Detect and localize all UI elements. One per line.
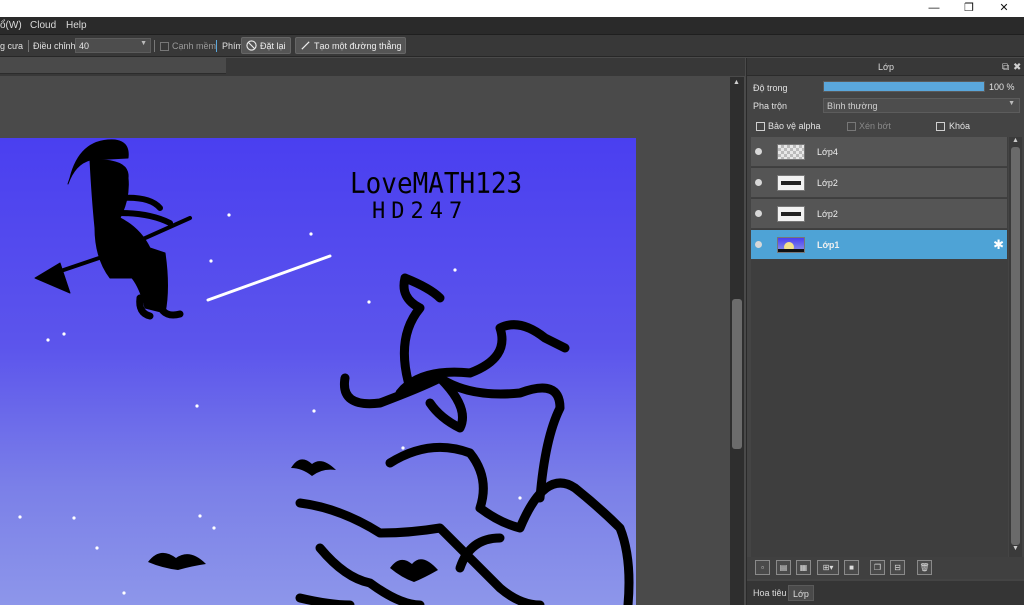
- layer-thumbnail: [777, 175, 805, 191]
- maximize-button[interactable]: ❐: [951, 0, 987, 17]
- undock-icon[interactable]: ⧉: [1002, 59, 1009, 77]
- layer-panel: Lớp ⧉ ✖ Độ trong 100 % Pha trộn Bình thư…: [746, 58, 1024, 605]
- trash-icon[interactable]: 🗑: [917, 560, 932, 575]
- opacity-value: 100 %: [989, 82, 1015, 92]
- folder-icon[interactable]: ■: [844, 560, 859, 575]
- canvas-area[interactable]: LoveMATH123 HD247: [0, 77, 730, 605]
- scroll-up-arrow-icon[interactable]: ▲: [733, 79, 740, 86]
- antialias-label: g cưa: [0, 41, 24, 51]
- document-tab-strip: [0, 58, 745, 76]
- visibility-eye-icon[interactable]: [755, 210, 762, 217]
- merge-layer-icon[interactable]: ⊟: [890, 560, 905, 575]
- key-label: Phím: [222, 41, 244, 51]
- layer-panel-header: Lớp ⧉ ✖: [747, 58, 1024, 76]
- blend-mode-select[interactable]: Bình thường ▼: [823, 98, 1020, 113]
- lock-label: Khóa: [949, 121, 971, 131]
- reset-button-label: Đặt lại: [260, 41, 286, 51]
- clipping-checkbox[interactable]: [847, 122, 856, 131]
- bats: [148, 459, 438, 582]
- menu-cloud[interactable]: Cloud: [30, 20, 56, 31]
- tab-layer[interactable]: Lớp: [788, 585, 814, 601]
- chevron-down-icon: ▼: [1008, 100, 1015, 107]
- protect-alpha-checkbox[interactable]: [756, 122, 765, 131]
- opacity-slider-fill: [824, 82, 984, 91]
- chevron-down-icon: ▼: [140, 40, 147, 47]
- toolbar-divider: [154, 40, 155, 52]
- layer-panel-title: Lớp: [878, 62, 894, 72]
- document-tab[interactable]: [0, 58, 226, 74]
- adjust-label: Điều chỉnh: [33, 41, 76, 51]
- artwork-drawing: LoveMATH123 HD247: [18, 139, 634, 605]
- shooting-star: [206, 254, 332, 302]
- duplicate-layer-icon[interactable]: ❐: [870, 560, 885, 575]
- reset-button[interactable]: Đặt lại: [241, 37, 291, 54]
- toolbar-divider: [216, 40, 217, 52]
- adjust-select[interactable]: 40 ▼: [75, 38, 151, 53]
- layer-list: Lớp4 Lớp2 Lớp2 Lớp1 ✱: [751, 137, 1008, 557]
- canvas-vertical-scrollbar[interactable]: ▲: [730, 77, 744, 605]
- close-window-button[interactable]: ✕: [986, 0, 1022, 17]
- layer-name: Lớp2: [817, 209, 838, 219]
- blend-mode-label: Pha trộn: [753, 101, 788, 111]
- straight-line-button-label: Tạo một đường thẳng: [314, 41, 402, 51]
- layer-row[interactable]: Lớp2: [751, 199, 1007, 229]
- clipping-label: Xén bớt: [859, 121, 891, 131]
- soft-edge-label: Cạnh mềm: [172, 41, 217, 51]
- close-panel-icon[interactable]: ✖: [1013, 59, 1021, 77]
- menu-help[interactable]: Help: [66, 20, 87, 31]
- layer-name: Lớp4: [817, 147, 838, 157]
- gear-icon[interactable]: ✱: [993, 237, 1004, 253]
- tab-navigator[interactable]: Hoa tiêu: [749, 585, 791, 601]
- new-layer-icon[interactable]: ▫: [755, 560, 770, 575]
- scroll-down-arrow-icon[interactable]: ▼: [1012, 545, 1019, 552]
- layer-row-selected[interactable]: Lớp1 ✱: [751, 230, 1007, 260]
- lock-checkbox[interactable]: [936, 122, 945, 131]
- add-layer-dropdown-icon[interactable]: ⊞▾: [817, 560, 839, 575]
- adjust-value: 40: [79, 41, 90, 51]
- handwriting-text-line2: HD247: [372, 199, 468, 224]
- new-text-layer-icon[interactable]: ▦: [796, 560, 811, 575]
- soft-edge-checkbox[interactable]: [160, 42, 169, 51]
- window-title-bar: — ❐ ✕: [0, 0, 1024, 17]
- blend-mode-value: Bình thường: [827, 101, 878, 111]
- layer-thumbnail: [777, 144, 805, 160]
- opacity-label: Độ trong: [753, 83, 788, 93]
- layer-thumbnail: [777, 206, 805, 222]
- drawing-canvas[interactable]: LoveMATH123 HD247: [0, 138, 636, 605]
- panel-tab-strip: Hoa tiêu Lớp: [747, 581, 1024, 605]
- vines: [295, 273, 634, 605]
- visibility-eye-icon[interactable]: [755, 241, 762, 248]
- minimize-button[interactable]: —: [916, 0, 952, 17]
- layer-thumbnail: [777, 237, 805, 253]
- opacity-slider[interactable]: [823, 81, 985, 92]
- visibility-eye-icon[interactable]: [755, 179, 762, 186]
- prohibit-icon: [246, 40, 257, 51]
- layer-row[interactable]: Lớp2: [751, 168, 1007, 198]
- witch-silhouette: [34, 139, 192, 320]
- straight-line-button[interactable]: Tạo một đường thẳng: [295, 37, 407, 54]
- protect-alpha-label: Bảo vệ alpha: [768, 121, 821, 131]
- layer-name: Lớp2: [817, 178, 838, 188]
- menu-bar: ổ(W) Cloud Help: [0, 17, 1024, 35]
- handwriting-text-line1: LoveMATH123: [350, 168, 522, 200]
- layer-list-scrollbar[interactable]: ▲ ▼: [1009, 137, 1022, 557]
- layer-name: Lớp1: [817, 240, 840, 250]
- menu-window[interactable]: ổ(W): [0, 20, 22, 31]
- scrollbar-thumb[interactable]: [1011, 147, 1020, 545]
- layer-tools-bar: ▫ ▤ ▦ ⊞▾ ■ ❐ ⊟ 🗑: [747, 557, 1024, 579]
- line-icon: [301, 41, 310, 50]
- visibility-eye-icon[interactable]: [755, 148, 762, 155]
- new-raster-layer-icon[interactable]: ▤: [776, 560, 791, 575]
- scrollbar-thumb[interactable]: [732, 299, 742, 449]
- toolbar-divider: [28, 40, 29, 52]
- scroll-up-arrow-icon[interactable]: ▲: [1012, 137, 1019, 144]
- layer-row[interactable]: Lớp4: [751, 137, 1007, 167]
- tool-options-bar: g cưa Điều chỉnh 40 ▼ Cạnh mềm Phím Đặt …: [0, 35, 1024, 57]
